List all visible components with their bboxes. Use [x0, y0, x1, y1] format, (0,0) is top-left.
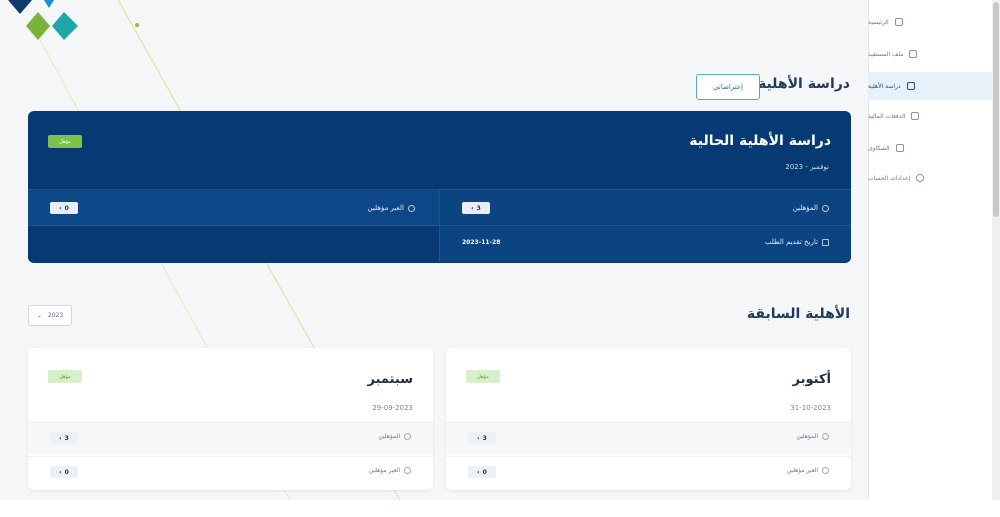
eligible-cell: [439, 190, 851, 226]
submit-date-row: تاريخ تقديم الطلب 2023-11-28: [28, 225, 851, 262]
eligible-label: المؤهلين: [792, 204, 818, 212]
document-icon: [911, 112, 920, 120]
sidebar: الرئيسية ملف المستفيد دراسة الأهلية الدف…: [868, 0, 992, 500]
home-icon: [894, 18, 903, 26]
sidebar-item-profile[interactable]: ملف المستفيد: [868, 40, 984, 68]
sidebar-item-label: الدفعات المالية: [868, 112, 906, 120]
sidebar-item-home[interactable]: الرئيسية: [868, 8, 984, 36]
logo-shape: [8, 0, 32, 14]
eligible-count-value: 3: [476, 204, 481, 212]
sidebar-item-payments[interactable]: الدفعات المالية: [868, 102, 984, 130]
main-content: دراسة الأهلية إعتراضاتي مؤهل دراسة الأهل…: [0, 0, 868, 500]
eligible-count[interactable]: ‹ 3: [50, 432, 78, 444]
eligible-label-group: المؤهلين: [796, 433, 829, 440]
eligible-count-value: 3: [64, 434, 69, 442]
chevron-left-icon: ‹: [59, 434, 62, 442]
eligible-count-value: 3: [482, 434, 487, 442]
ineligible-count-value: 0: [64, 468, 69, 476]
ineligible-label-group: الغير مؤهلين: [787, 467, 829, 474]
users-icon: [906, 82, 915, 90]
submit-date-value: 2023-11-28: [462, 239, 501, 246]
shield-icon: [895, 144, 904, 152]
ineligible-count-value: 0: [482, 468, 487, 476]
current-period: نوفمبر - 2023: [785, 163, 829, 171]
eligible-row: المؤهلين ‹ 3: [28, 422, 433, 454]
chevron-left-icon: ‹: [477, 434, 480, 442]
ineligible-row: الغير مؤهلين ‹ 0: [28, 456, 433, 488]
ineligible-label-group: الغير مؤهلين: [369, 467, 411, 474]
eligible-row: المؤهلين ‹ 3: [446, 422, 851, 454]
person-icon: [822, 467, 829, 474]
person-icon: [822, 433, 829, 440]
ineligible-label: الغير مؤهلين: [368, 467, 400, 474]
logo-shape: [44, 0, 54, 8]
sidebar-item-label: ملف المستفيد: [868, 50, 904, 58]
person-icon: [404, 467, 411, 474]
person-icon: [822, 204, 829, 212]
chevron-down-icon: ⌄: [36, 312, 42, 319]
eligible-label-group: المؤهلين: [378, 433, 411, 440]
chevron-left-icon: ‹: [471, 204, 474, 212]
eligible-label-group: المؤهلين: [793, 204, 829, 212]
status-badge: مؤهل: [48, 135, 82, 148]
gear-icon: [916, 174, 925, 182]
logo-shape: [52, 12, 78, 40]
current-counts-row: المؤهلين ‹ 3 الغير مؤهلين ‹ 0: [28, 189, 851, 226]
current-eligibility-card: مؤهل دراسة الأهلية الحالية نوفمبر - 2023…: [28, 111, 851, 263]
ineligible-count[interactable]: ‹ 0: [50, 202, 78, 214]
person-icon: [408, 204, 415, 212]
ineligible-row: الغير مؤهلين ‹ 0: [446, 456, 851, 488]
objections-button[interactable]: إعتراضاتي: [696, 74, 760, 100]
previous-card-october[interactable]: مؤهل أكتوبر 31-10-2023 المؤهلين ‹ 3 الغي…: [446, 348, 851, 490]
year-value: 2023: [47, 312, 64, 319]
eligible-label: المؤهلين: [796, 433, 818, 440]
sidebar-item-label: إعدادات الحساب: [868, 174, 911, 182]
status-badge: مؤهل: [466, 370, 500, 383]
current-card-title: دراسة الأهلية الحالية: [689, 133, 831, 149]
scrollbar-thumb[interactable]: [993, 2, 999, 217]
app-window: دراسة الأهلية إعتراضاتي مؤهل دراسة الأهل…: [0, 0, 1000, 517]
sidebar-item-eligibility[interactable]: دراسة الأهلية: [868, 72, 992, 100]
submit-date-label-group: تاريخ تقديم الطلب: [765, 238, 829, 246]
card-date: 29-09-2023: [372, 404, 413, 412]
sidebar-item-label: دراسة الأهلية: [868, 82, 901, 90]
sidebar-item-label: الرئيسية: [868, 18, 889, 26]
profile-icon: [909, 50, 918, 58]
chevron-left-icon: ‹: [59, 204, 62, 212]
sidebar-item-complaints[interactable]: الشكاوى: [868, 134, 984, 162]
scrollbar[interactable]: [992, 0, 1000, 500]
person-icon: [404, 433, 411, 440]
chevron-left-icon: ‹: [59, 468, 62, 476]
eligible-count[interactable]: ‹ 3: [468, 432, 496, 444]
card-month: سبتمبر: [367, 372, 413, 387]
year-select[interactable]: ⌄ 2023: [28, 305, 72, 326]
previous-section-title: الأهلية السابقة: [746, 306, 850, 322]
chevron-left-icon: ‹: [477, 468, 480, 476]
eligible-label: المؤهلين: [378, 433, 400, 440]
status-badge: مؤهل: [48, 370, 82, 383]
submit-date-label: تاريخ تقديم الطلب: [764, 238, 818, 246]
sidebar-item-label: الشكاوى: [868, 144, 890, 152]
ineligible-count[interactable]: ‹ 0: [468, 466, 496, 478]
calendar-icon: [822, 238, 829, 246]
ineligible-label: الغير مؤهلين: [367, 204, 404, 212]
deco-dot: [135, 23, 139, 27]
ineligible-count-value: 0: [64, 204, 69, 212]
bottom-strip: [0, 500, 1000, 517]
sidebar-item-settings[interactable]: إعدادات الحساب: [868, 164, 984, 192]
eligible-count[interactable]: ‹ 3: [462, 202, 490, 214]
card-month: أكتوبر: [792, 372, 831, 387]
logo-shape: [26, 12, 50, 40]
previous-card-september[interactable]: مؤهل سبتمبر 29-09-2023 المؤهلين ‹ 3 الغي…: [28, 348, 433, 490]
ineligible-count[interactable]: ‹ 0: [50, 466, 78, 478]
ineligible-label-group: الغير مؤهلين: [368, 204, 415, 212]
card-date: 31-10-2023: [790, 404, 831, 412]
page-title: دراسة الأهلية: [757, 76, 850, 92]
ineligible-label: الغير مؤهلين: [786, 467, 818, 474]
